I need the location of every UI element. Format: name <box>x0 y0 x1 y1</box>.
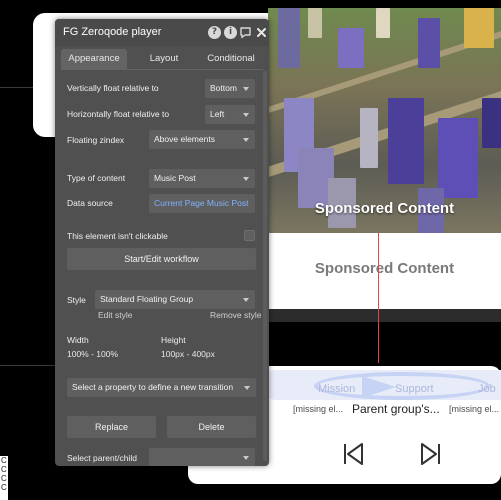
property-editor-panel[interactable]: FG Zeroqode player ? i Appearance Layout… <box>55 19 269 466</box>
left-strip-char: C <box>1 465 7 474</box>
tab-appearance[interactable]: Appearance <box>61 49 127 69</box>
chevron-down-icon <box>243 87 249 91</box>
previous-track-icon[interactable] <box>340 440 368 468</box>
remove-style-link[interactable]: Remove style <box>210 310 262 320</box>
data-source-expression[interactable]: Current Page Music Post <box>149 194 255 213</box>
style-select[interactable]: Standard Floating Group <box>95 290 255 309</box>
left-strip-char: C <box>1 474 7 483</box>
chevron-down-icon <box>243 177 249 181</box>
missing-element-left: [missing el... <box>293 404 344 414</box>
panel-title: FG Zeroqode player <box>63 26 162 38</box>
style-label: Style <box>67 295 86 305</box>
replace-button[interactable]: Replace <box>67 416 156 438</box>
height-value[interactable]: 100px - 400px <box>161 349 215 359</box>
canvas-divider-band <box>268 309 501 322</box>
horizontal-float-select[interactable]: Left <box>205 105 255 124</box>
close-icon[interactable] <box>255 26 268 39</box>
start-edit-workflow-button[interactable]: Start/Edit workflow <box>67 248 256 270</box>
delete-button[interactable]: Delete <box>167 416 256 438</box>
vertical-float-select[interactable]: Bottom <box>205 79 255 98</box>
tab-layout[interactable]: Layout <box>133 49 195 69</box>
horizontal-float-value: Left <box>210 109 225 119</box>
sponsored-content-overlay-text: Sponsored Content <box>314 200 455 217</box>
tab-underline <box>61 69 263 70</box>
left-strip-char: C <box>1 483 7 492</box>
type-of-content-select[interactable]: Music Post <box>149 169 255 188</box>
edit-style-link[interactable]: Edit style <box>98 310 133 320</box>
horizontal-float-label: Horizontally float relative to <box>67 109 170 119</box>
height-label: Height <box>161 335 186 345</box>
floating-zindex-select[interactable]: Above elements <box>149 130 255 149</box>
alignment-guide-line <box>378 233 379 363</box>
vertical-float-label: Vertically float relative to <box>67 83 159 93</box>
sponsored-content-label: Sponsored Content <box>314 260 455 277</box>
comment-icon[interactable] <box>239 26 252 39</box>
select-parent-child-label: Select parent/child <box>67 453 137 463</box>
parent-group-text: Parent group's... <box>352 402 440 416</box>
floating-zindex-label: Floating zindex <box>67 135 125 145</box>
player-tab-support[interactable]: Support <box>395 383 434 395</box>
chevron-down-icon <box>243 298 249 302</box>
type-of-content-label: Type of content <box>67 173 126 183</box>
canvas-guide-line <box>0 87 33 88</box>
help-icon[interactable]: ? <box>208 26 221 39</box>
style-value: Standard Floating Group <box>100 294 194 304</box>
sponsored-content-card[interactable]: Sponsored Content <box>268 233 501 309</box>
left-strip-char: C <box>1 456 7 465</box>
panel-tabs: Appearance Layout Conditional <box>61 49 263 69</box>
missing-element-right: [missing el... <box>449 404 500 414</box>
chevron-down-icon <box>244 386 250 390</box>
data-source-label: Data source <box>67 198 113 208</box>
next-track-icon[interactable] <box>416 440 444 468</box>
chevron-down-icon <box>243 113 249 117</box>
chevron-down-icon <box>243 138 249 142</box>
not-clickable-label: This element isn't clickable <box>67 231 168 241</box>
tab-conditional[interactable]: Conditional <box>199 49 263 69</box>
transition-placeholder: Select a property to define a new transi… <box>72 382 234 392</box>
not-clickable-checkbox[interactable] <box>244 230 255 241</box>
type-of-content-value: Music Post <box>154 173 196 183</box>
info-icon[interactable]: i <box>224 26 237 39</box>
chevron-down-icon <box>243 456 249 460</box>
panel-header[interactable]: FG Zeroqode player ? i <box>55 19 269 46</box>
player-tab-job[interactable]: Job <box>478 383 496 395</box>
select-parent-child-select[interactable] <box>149 448 255 466</box>
width-value[interactable]: 100% - 100% <box>67 349 118 359</box>
vertical-float-value: Bottom <box>210 83 237 93</box>
transition-select[interactable]: Select a property to define a new transi… <box>67 378 256 397</box>
left-edge-element: C C C C <box>0 456 8 500</box>
play-shape-icon <box>362 376 396 398</box>
player-tab-mission[interactable]: Mission <box>318 383 355 395</box>
width-label: Width <box>67 335 89 345</box>
floating-zindex-value: Above elements <box>154 134 215 144</box>
panel-scrollbar[interactable] <box>263 71 267 461</box>
